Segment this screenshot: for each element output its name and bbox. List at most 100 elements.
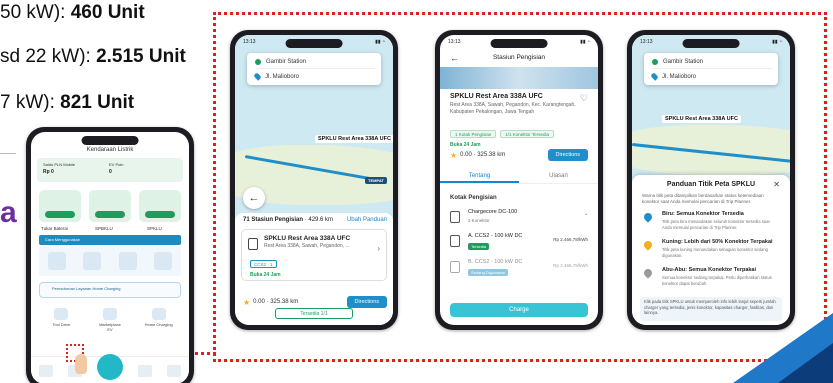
service-marketplace[interactable]: Marketplace EV <box>96 308 124 334</box>
phone-map-legend-screen: SPKLU Rest Area 338A UFC 13:13 ▮▮ ◔ Gambi… <box>632 35 790 325</box>
destination-text: Jl. Malioboro <box>662 73 697 80</box>
charge-button[interactable]: Charge <box>450 303 588 317</box>
stat-2-label: sd 22 kW): <box>0 46 97 67</box>
legend-description: Warna titik peta ditampilkan berdasarkan… <box>642 193 764 204</box>
directions-button[interactable]: Directions <box>346 296 387 308</box>
tile-spklu[interactable] <box>139 190 181 222</box>
partial-heading: a <box>0 196 17 229</box>
tile-label: SPKLU <box>147 226 162 231</box>
connector-price: Rp 2.466,78/kWh <box>553 237 588 242</box>
plug-icon <box>450 261 460 273</box>
status-time: 13:13 <box>243 39 256 45</box>
tile-spbklu[interactable] <box>89 190 131 222</box>
destination-text: Jl. Malioboro <box>265 73 300 80</box>
connector-name: B. CCS2 - 100 kW DC <box>468 259 523 265</box>
phone-home-screen: Kendaraan Listrik Saldo PLN Mobile Rp 0 … <box>31 132 189 383</box>
station-title: SPKLU Rest Area 338A UFC <box>450 93 543 100</box>
saldo-value: Rp 0 <box>43 169 54 175</box>
phone-notch <box>682 39 740 48</box>
howto-banner[interactable]: Cara Menggunakan <box>39 235 181 245</box>
connector-row[interactable]: B. CCS2 - 100 kW DC Sedang Digunakan Rp … <box>450 257 588 279</box>
back-arrow-icon[interactable]: ← <box>243 187 265 209</box>
nav-history-icon[interactable] <box>138 364 153 377</box>
destination-pin-icon <box>650 72 659 81</box>
map-pin-icon <box>642 267 654 279</box>
station-card[interactable]: SPKLU Rest Area 338A UFC Rest Area 338A,… <box>241 229 387 281</box>
stat-2-value: 2.515 Unit <box>96 46 186 67</box>
origin-field[interactable]: Gambir Station <box>255 56 375 69</box>
charger-group-sub: 2 Konektor <box>468 218 490 223</box>
tile-tukar-baterai[interactable] <box>39 190 81 222</box>
station-address: Rest Area 338A, Sawah, Pegandon, ... <box>264 243 350 249</box>
change-guide-link[interactable]: Ubah Panduan <box>347 217 387 223</box>
tile-button[interactable] <box>145 211 175 218</box>
legend-item-blue: Biru: Semua Konektor Tersedia Titik peta… <box>642 211 780 237</box>
tile-label: SPBKLU <box>95 226 113 231</box>
status-time: 13:13 <box>448 39 461 45</box>
stat-line-2: sd 22 kW): 2.515 Unit <box>0 46 186 68</box>
tab-tentang[interactable]: Tentang <box>440 168 519 183</box>
stat-1-label: 50 kW): <box>0 2 71 23</box>
rating-row: ★ 0.00 · 325.38 km Directions <box>450 148 588 162</box>
origin-field[interactable]: Gambir Station <box>652 56 772 69</box>
station-photo <box>440 67 598 89</box>
stat-line-1: 50 kW): 460 Unit <box>0 2 145 24</box>
destination-field[interactable]: Jl. Malioboro <box>253 70 375 83</box>
route-search[interactable]: Gambir Station Jl. Malioboro <box>644 53 778 85</box>
legend-heading: Kuning: Lebih dari 50% Konektor Terpakai <box>662 239 773 245</box>
connector-row[interactable]: A. CCS2 - 100 kW DC Tersedia Rp 2.466,78… <box>450 231 588 253</box>
balance-card[interactable]: Saldo PLN Mobile Rp 0 EV Poin 0 <box>37 158 183 182</box>
step-icon <box>154 252 173 270</box>
service-tool-drive[interactable]: Tool Drive <box>47 308 75 334</box>
map-station-label[interactable]: SPKLU Rest Area 338A UFC <box>662 115 741 123</box>
charger-group-name: Chargecore DC-100 <box>468 209 518 215</box>
charger-group[interactable]: Chargecore DC-100 2 Konektor ⌃ <box>450 207 588 229</box>
phone-station-detail-screen: 13:13 ▮▮ ◔ ← Stasiun Pengisian SPKLU Rest … <box>440 35 598 325</box>
directions-button[interactable]: Directions <box>547 149 588 161</box>
connector-name: A. CCS2 - 100 kW DC <box>468 233 523 239</box>
legend-text: Semua konektor sedang terpakai. Perlu di… <box>662 275 772 286</box>
heart-icon[interactable]: ♡ <box>580 93 588 104</box>
tile-button[interactable] <box>95 211 125 218</box>
origin-dot-icon <box>255 59 261 65</box>
map-small-label: TEMPAT <box>365 177 387 184</box>
rating-value: 0.00 <box>460 152 472 158</box>
stat-3-value: 821 Unit <box>60 92 135 113</box>
status-icons: ▮▮ ◔ <box>580 39 590 45</box>
step-icon <box>83 252 102 270</box>
tab-ulasan[interactable]: Ulasan <box>519 168 598 183</box>
results-sheet: 71 Stasiun Pengisian · 429.6 km Ubah Pan… <box>235 213 393 325</box>
phone-notch <box>490 39 548 48</box>
service-icons: Tool Drive Marketplace EV Home Charging <box>37 308 183 334</box>
status-time: 13:13 <box>640 39 653 45</box>
chevron-up-icon: ⌃ <box>584 213 588 218</box>
phone-notch <box>285 39 343 48</box>
status-icons: ▮▮ ◔ <box>375 39 385 45</box>
home-charging-request[interactable]: Permohonan Layanan Home Charging <box>39 282 181 298</box>
step-icon <box>47 252 66 270</box>
ev-poin-value: 0 <box>109 169 112 175</box>
availability-button[interactable]: Tersedia 1/1 <box>275 308 353 319</box>
close-icon[interactable]: ✕ <box>773 180 780 189</box>
charger-icon <box>248 238 258 250</box>
legend-title: Panduan Titik Peta SPKLU <box>666 181 756 188</box>
nav-profile-icon[interactable] <box>167 364 182 377</box>
opening-hours: Buka 24 Jam <box>250 272 281 278</box>
nav-home-icon[interactable] <box>38 364 53 377</box>
legend-item-yellow: Kuning: Lebih dari 50% Konektor Terpakai… <box>642 239 780 265</box>
distance-value: 325.38 km <box>270 299 299 305</box>
pointing-hand-icon <box>75 354 87 374</box>
back-arrow-icon[interactable]: ← <box>450 49 459 67</box>
tile-button[interactable] <box>45 211 75 218</box>
saldo-label: Saldo PLN Mobile <box>43 162 76 167</box>
header-title: Stasiun Pengisian <box>492 54 546 61</box>
nav-center-button[interactable] <box>96 353 123 380</box>
map-station-label[interactable]: SPKLU Rest Area 338A UFC <box>315 135 393 143</box>
service-home-charging[interactable]: Home Charging <box>145 308 173 334</box>
plug-icon <box>450 235 460 247</box>
chevron-right-icon: › <box>377 244 380 253</box>
route-search[interactable]: Gambir Station Jl. Malioboro <box>247 53 381 85</box>
service-label: Marketplace EV <box>99 322 121 332</box>
connector-status: Tersedia <box>468 243 490 250</box>
destination-field[interactable]: Jl. Malioboro <box>650 70 772 83</box>
